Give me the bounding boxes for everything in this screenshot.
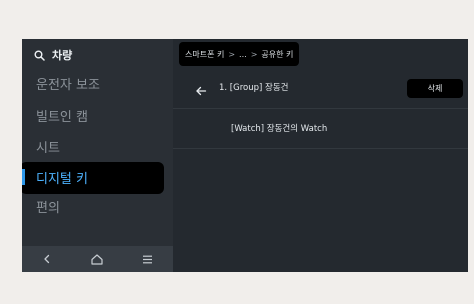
- list-item[interactable]: [Watch] 장동건의 Watch: [173, 114, 468, 142]
- menu-icon[interactable]: [142, 255, 153, 264]
- sidebar-item-builtin-cam[interactable]: 빌트인 캠: [36, 108, 88, 128]
- page-header: 1. [Group] 장동건 삭제: [173, 77, 468, 99]
- divider: [173, 108, 468, 109]
- selected-indicator: [22, 169, 25, 185]
- back-arrow-icon[interactable]: [195, 82, 207, 96]
- home-icon[interactable]: [91, 253, 103, 265]
- sidebar-item-label: 디지털 키: [36, 172, 88, 187]
- sidebar-search-label: 차량: [52, 49, 73, 62]
- breadcrumb-separator: >: [228, 49, 236, 59]
- page-title: 1. [Group] 장동건: [219, 83, 289, 93]
- divider: [173, 148, 468, 149]
- back-chevron-icon[interactable]: [42, 254, 52, 264]
- sidebar-item-driver-assistance[interactable]: 운전자 보조: [36, 76, 100, 96]
- breadcrumb-separator: >: [250, 49, 258, 59]
- breadcrumb-item-shared-key: 공유한 키: [261, 49, 294, 59]
- breadcrumb-item-ellipsis[interactable]: ...: [239, 50, 247, 59]
- delete-button[interactable]: 삭제: [407, 79, 463, 98]
- search-icon: [34, 50, 45, 61]
- sidebar: 차량 운전자 보조 빌트인 캠 시트 디지털 키 편의: [22, 39, 173, 272]
- breadcrumb: 스마트폰 키 > ... > 공유한 키: [179, 42, 300, 66]
- bottom-nav-bar: [22, 246, 173, 272]
- sidebar-item-seat[interactable]: 시트: [36, 139, 60, 159]
- breadcrumb-item-smartphone-key[interactable]: 스마트폰 키: [185, 49, 224, 60]
- sidebar-item-digital-key[interactable]: 디지털 키: [22, 162, 164, 194]
- content-panel: 스마트폰 키 > ... > 공유한 키 1. [Group] 장동건 삭제 […: [173, 39, 468, 272]
- sidebar-item-convenience[interactable]: 편의: [36, 199, 60, 219]
- sidebar-search[interactable]: 차량: [34, 46, 72, 64]
- vehicle-settings-screen: 차량 운전자 보조 빌트인 캠 시트 디지털 키 편의 스마트폰 키 > ...…: [22, 39, 468, 272]
- device-label: [Watch] 장동건의 Watch: [231, 124, 328, 134]
